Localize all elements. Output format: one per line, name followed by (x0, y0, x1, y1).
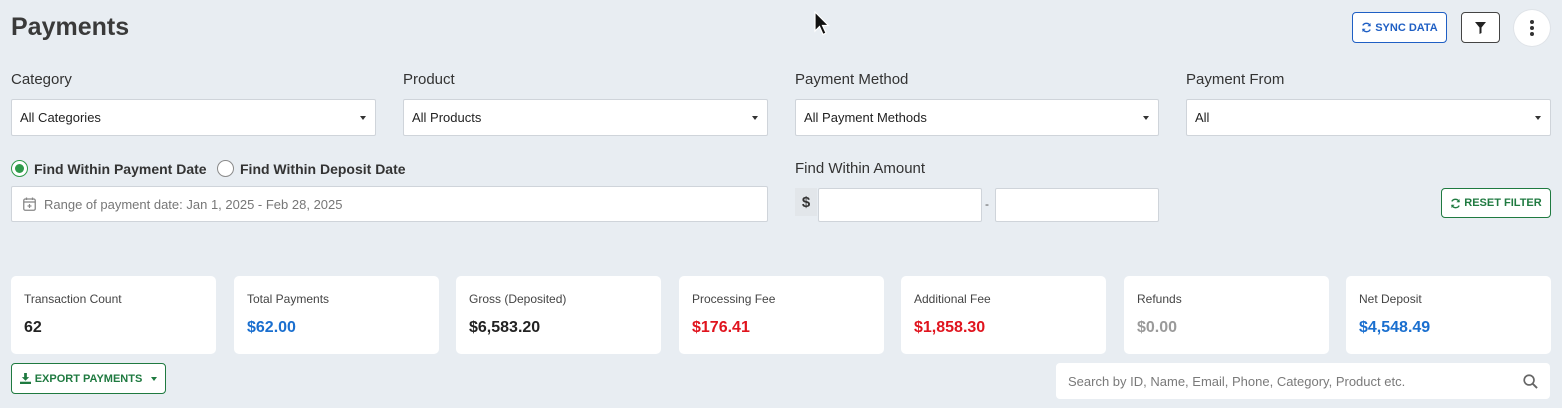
caret-down-icon (360, 116, 366, 120)
stat-label: Net Deposit (1359, 292, 1422, 306)
category-label: Category (11, 71, 72, 88)
search-input[interactable] (1068, 373, 1523, 389)
stat-value: $4,548.49 (1359, 319, 1431, 336)
stat-card-gross-deposited: Gross (Deposited) $6,583.20 (456, 276, 661, 354)
payment-from-label: Payment From (1186, 71, 1285, 88)
reset-filter-button[interactable]: RESET FILTER (1441, 188, 1551, 218)
radio-unselected-icon (217, 160, 234, 177)
radio-deposit-date[interactable]: Find Within Deposit Date (217, 160, 406, 177)
radio-deposit-date-label: Find Within Deposit Date (240, 160, 406, 177)
stat-value: $0.00 (1137, 319, 1178, 336)
payment-method-label: Payment Method (795, 71, 909, 88)
reset-filter-label: RESET FILTER (1464, 197, 1542, 209)
stat-card-refunds: Refunds $0.00 (1124, 276, 1329, 354)
search-bar (1056, 363, 1550, 399)
caret-down-icon (151, 376, 158, 381)
download-icon (19, 373, 31, 384)
payment-method-select-value: All Payment Methods (804, 110, 927, 125)
stat-value: 62 (24, 319, 42, 336)
stat-label: Gross (Deposited) (469, 292, 567, 306)
kebab-menu-icon (1530, 20, 1534, 36)
date-range-picker[interactable]: Range of payment date: Jan 1, 2025 - Feb… (11, 186, 768, 222)
stat-card-total-payments: Total Payments $62.00 (234, 276, 439, 354)
calendar-icon (23, 197, 36, 211)
product-select-value: All Products (412, 110, 482, 125)
radio-payment-date-label: Find Within Payment Date (34, 160, 207, 177)
stat-label: Additional Fee (914, 292, 991, 306)
sync-data-label: SYNC DATA (1375, 21, 1438, 34)
caret-down-icon (1143, 116, 1149, 120)
more-options-button[interactable] (1514, 10, 1550, 46)
filter-button[interactable] (1461, 12, 1500, 43)
currency-symbol: $ (795, 188, 817, 216)
caret-down-icon (752, 116, 758, 120)
amount-separator: - (985, 197, 989, 211)
search-icon[interactable] (1523, 373, 1538, 389)
product-select[interactable]: All Products (403, 99, 768, 136)
radio-selected-icon (11, 160, 28, 177)
date-range-text: Range of payment date: Jan 1, 2025 - Feb… (44, 196, 343, 212)
export-payments-label: EXPORT PAYMENTS (34, 372, 143, 385)
export-payments-button[interactable]: EXPORT PAYMENTS (11, 363, 166, 394)
refresh-icon (1362, 22, 1372, 33)
payment-from-select[interactable]: All (1186, 99, 1551, 136)
amount-max-input[interactable] (995, 188, 1159, 222)
stat-value: $1,858.30 (914, 319, 986, 336)
stat-value: $176.41 (692, 319, 750, 336)
funnel-icon (1475, 21, 1486, 34)
caret-down-icon (1535, 116, 1541, 120)
stat-value: $62.00 (247, 319, 296, 336)
stat-card-transaction-count: Transaction Count 62 (11, 276, 216, 354)
category-select-value: All Categories (20, 110, 101, 125)
radio-payment-date[interactable]: Find Within Payment Date (11, 160, 207, 177)
refresh-icon (1451, 198, 1461, 208)
stat-card-net-deposit: Net Deposit $4,548.49 (1346, 276, 1551, 354)
stat-card-processing-fee: Processing Fee $176.41 (679, 276, 884, 354)
stat-label: Processing Fee (692, 292, 776, 306)
page-title: Payments (11, 13, 130, 41)
payment-from-select-value: All (1195, 110, 1210, 125)
stat-label: Total Payments (247, 292, 330, 306)
mouse-cursor-icon (814, 10, 830, 42)
stat-card-additional-fee: Additional Fee $1,858.30 (901, 276, 1106, 354)
sync-data-button[interactable]: SYNC DATA (1352, 12, 1447, 43)
stat-label: Transaction Count (24, 292, 122, 306)
payment-method-select[interactable]: All Payment Methods (795, 99, 1159, 136)
stat-value: $6,583.20 (469, 319, 541, 336)
product-label: Product (403, 71, 455, 88)
stat-label: Refunds (1137, 292, 1182, 306)
find-within-amount-label: Find Within Amount (795, 160, 926, 177)
amount-min-input[interactable] (818, 188, 982, 222)
category-select[interactable]: All Categories (11, 99, 376, 136)
